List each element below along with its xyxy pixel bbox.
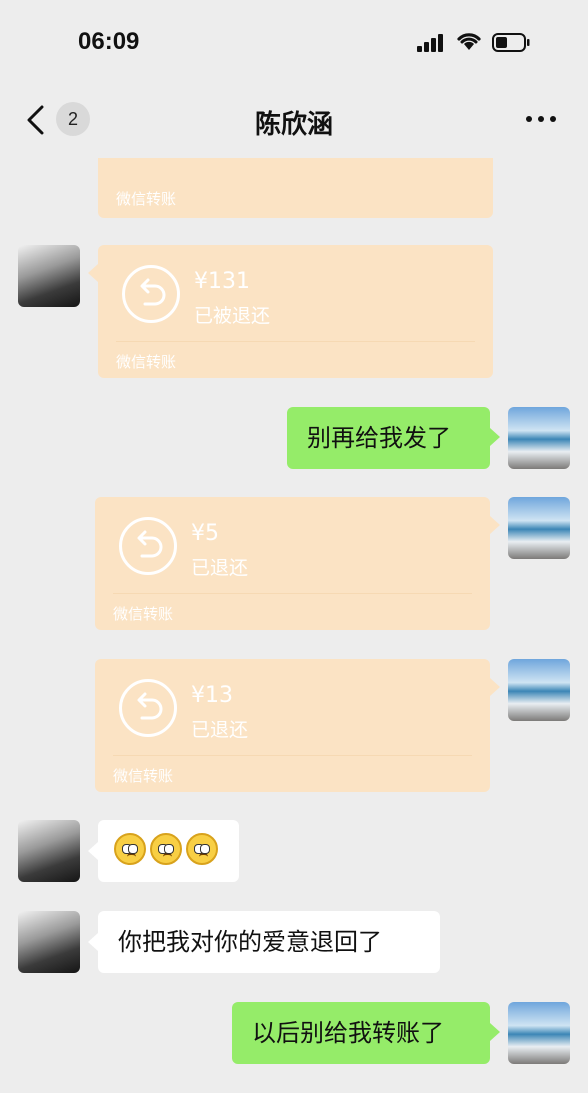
- message-bubble[interactable]: 以后别给我转账了: [232, 1002, 490, 1064]
- my-avatar[interactable]: [508, 497, 570, 559]
- bubble-tail: [490, 678, 500, 696]
- transfer-divider: [113, 755, 472, 756]
- battery-icon: [492, 33, 530, 52]
- cellular-signal-icon: [417, 34, 445, 52]
- bubble-tail: [88, 842, 98, 860]
- friend-avatar[interactable]: [18, 820, 80, 882]
- status-time: 06:09: [78, 28, 140, 55]
- friend-avatar[interactable]: [18, 245, 80, 307]
- message-bubble[interactable]: 别再给我发了: [287, 407, 490, 469]
- transfer-amount: ¥131: [194, 269, 250, 294]
- transfer-divider: [113, 593, 472, 594]
- transfer-amount: ¥5: [191, 521, 219, 546]
- bubble-tail: [490, 516, 500, 534]
- transfer-label: 微信转账: [116, 190, 177, 208]
- more-options-icon[interactable]: [526, 116, 558, 126]
- pleading-face-emoji-icon: [186, 833, 218, 865]
- bubble-tail: [490, 428, 500, 446]
- transfer-card-partial[interactable]: 微信转账: [98, 158, 493, 218]
- transfer-status: 已退还: [191, 557, 249, 579]
- pleading-face-emoji-icon: [114, 833, 146, 865]
- chat-title: 陈欣涵: [254, 110, 333, 140]
- my-avatar[interactable]: [508, 407, 570, 469]
- transfer-label: 微信转账: [113, 605, 174, 623]
- bubble-tail: [88, 264, 98, 282]
- friend-avatar[interactable]: [18, 911, 80, 973]
- transfer-status: 已被退还: [194, 305, 271, 327]
- bubble-tail: [88, 933, 98, 951]
- transfer-card[interactable]: ¥131 已被退还 微信转账: [98, 245, 493, 378]
- transfer-card[interactable]: ¥13 已退还 微信转账: [95, 659, 490, 792]
- returned-arrow-icon: [119, 679, 177, 737]
- transfer-amount: ¥13: [191, 683, 233, 708]
- transfer-status: 已退还: [191, 719, 249, 741]
- transfer-label: 微信转账: [116, 353, 177, 371]
- transfer-divider: [116, 341, 475, 342]
- wifi-icon: [457, 33, 481, 50]
- my-avatar[interactable]: [508, 1002, 570, 1064]
- pleading-face-emoji-icon: [150, 833, 182, 865]
- message-bubble[interactable]: 你把我对你的爱意退回了: [98, 911, 440, 973]
- chat-header: 2 陈欣涵: [0, 92, 588, 148]
- transfer-label: 微信转账: [113, 767, 174, 785]
- returned-arrow-icon: [119, 517, 177, 575]
- emoji-message-bubble[interactable]: [98, 820, 239, 882]
- bubble-tail: [490, 1023, 500, 1041]
- returned-arrow-icon: [122, 265, 180, 323]
- status-bar: 06:09: [0, 0, 588, 86]
- my-avatar[interactable]: [508, 659, 570, 721]
- transfer-card[interactable]: ¥5 已退还 微信转账: [95, 497, 490, 630]
